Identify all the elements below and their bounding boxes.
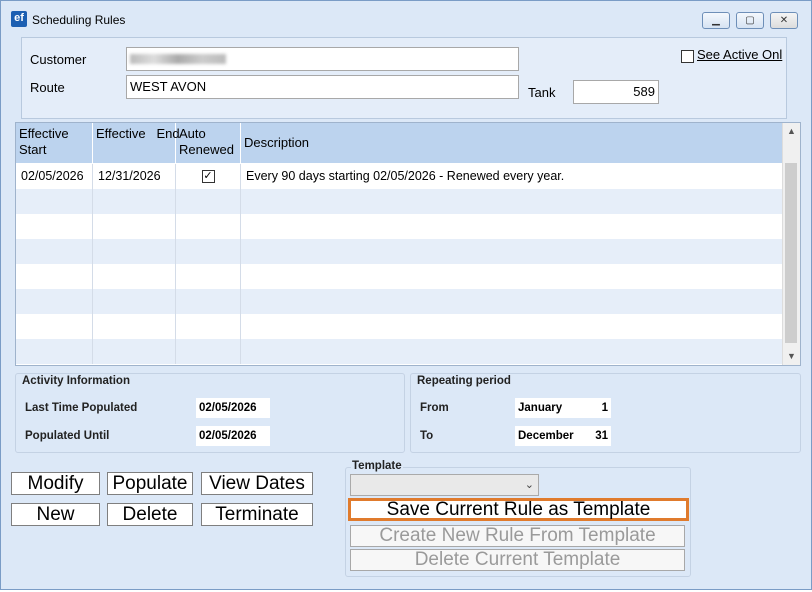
template-title: Template (351, 460, 403, 472)
save-template-button[interactable]: Save Current Rule as Template (348, 498, 689, 521)
grid-header: Effective Start Effective End Auto Renew… (16, 123, 782, 163)
cell-description: Every 90 days starting 02/05/2026 - Rene… (246, 169, 565, 183)
empty-row[interactable] (16, 339, 782, 364)
view-dates-button[interactable]: View Dates (201, 472, 313, 495)
empty-row[interactable] (16, 314, 782, 339)
minimize-icon[interactable]: ▁ (702, 12, 730, 29)
template-panel: Template ⌄ Save Current Rule as Template… (345, 460, 691, 577)
populated-until-value: 02/05/2026 (196, 426, 270, 446)
route-label: Route (30, 80, 65, 95)
populated-until-label: Populated Until (25, 430, 110, 442)
scroll-down-icon[interactable]: ▼ (783, 348, 800, 365)
modify-button[interactable]: Modify (11, 472, 100, 495)
app-icon: ef (11, 11, 27, 27)
customer-panel: Customer Route WEST AVON Tank 589 See Ac… (21, 37, 787, 119)
delete-button[interactable]: Delete (107, 503, 193, 526)
route-field[interactable]: WEST AVON (126, 75, 519, 99)
empty-row[interactable] (16, 214, 782, 239)
title-bar: ef Scheduling Rules ▁ ▢ ✕ (1, 1, 811, 31)
close-icon[interactable]: ✕ (770, 12, 798, 29)
activity-info-group: Activity Information Last Time Populated… (15, 373, 405, 453)
see-active-checkbox[interactable] (681, 50, 694, 63)
last-populated-label: Last Time Populated (25, 402, 138, 414)
col-description[interactable]: Description (241, 123, 782, 163)
delete-template-button[interactable]: Delete Current Template (350, 549, 685, 571)
col-effective-start[interactable]: Effective Start (16, 123, 93, 163)
scheduling-rules-window: ef Scheduling Rules ▁ ▢ ✕ Customer Route… (0, 0, 812, 590)
cell-start: 02/05/2026 (16, 164, 93, 189)
cell-end: 12/31/2026 (93, 164, 176, 189)
to-day: 31 (581, 426, 611, 446)
maximize-icon[interactable]: ▢ (736, 12, 764, 29)
empty-row[interactable] (16, 189, 782, 214)
create-from-template-button[interactable]: Create New Rule From Template (350, 525, 685, 547)
col-effective-end-line1: Effective End (96, 126, 180, 141)
scroll-up-icon[interactable]: ▲ (783, 123, 800, 140)
col-effective-end[interactable]: Effective End (93, 123, 180, 163)
last-populated-value: 02/05/2026 (196, 398, 270, 418)
empty-row[interactable] (16, 239, 782, 264)
col-auto-renewed-line1: Auto (179, 126, 206, 141)
check-icon: ✓ (201, 170, 215, 184)
rules-grid: Effective Start Effective End Auto Renew… (15, 122, 801, 366)
cell-auto-renewed[interactable]: ✓ (176, 164, 241, 189)
template-select[interactable]: ⌄ (350, 474, 539, 496)
scroll-thumb[interactable] (785, 163, 797, 343)
tank-label: Tank (528, 85, 556, 100)
from-label: From (420, 402, 449, 414)
to-month: December (515, 426, 581, 446)
activity-title: Activity Information (22, 375, 130, 387)
customer-label: Customer (30, 52, 87, 67)
new-button[interactable]: New (11, 503, 100, 526)
repeating-title: Repeating period (417, 375, 511, 387)
from-month: January (515, 398, 581, 418)
customer-field[interactable] (126, 47, 519, 71)
tank-field[interactable]: 589 (573, 80, 659, 104)
empty-row[interactable] (16, 289, 782, 314)
repeating-period-group: Repeating period From January 1 To Decem… (410, 373, 801, 453)
to-label: To (420, 430, 434, 442)
terminate-button[interactable]: Terminate (201, 503, 313, 526)
window-title: Scheduling Rules (32, 13, 126, 27)
col-auto-renewed[interactable]: Auto Renewed (176, 123, 241, 163)
table-row[interactable]: 02/05/2026 12/31/2026 ✓ Every 90 days st… (16, 164, 782, 189)
chevron-down-icon: ⌄ (524, 479, 534, 491)
empty-row[interactable] (16, 264, 782, 289)
see-active-label[interactable]: See Active Onl (697, 47, 782, 62)
vertical-scrollbar[interactable]: ▲ ▼ (782, 123, 800, 365)
col-effective-start-line2: Start (19, 142, 47, 157)
populate-button[interactable]: Populate (107, 472, 193, 495)
col-auto-renewed-line2: Renewed (179, 142, 234, 157)
redacted-customer-name (130, 54, 226, 64)
from-day: 1 (581, 398, 611, 418)
col-effective-start-line1: Effective (19, 126, 69, 141)
